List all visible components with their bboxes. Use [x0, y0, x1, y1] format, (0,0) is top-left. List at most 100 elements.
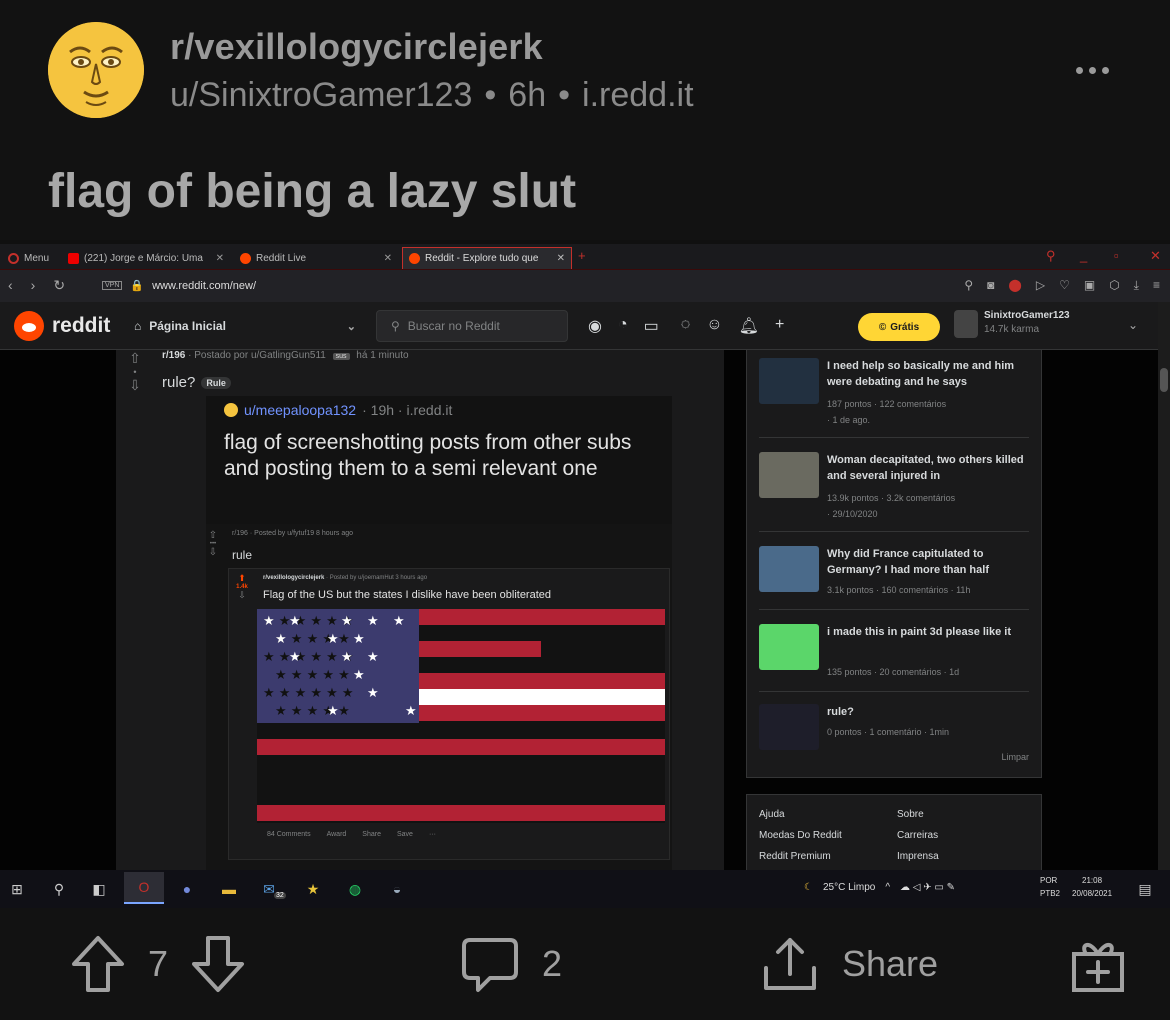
- camera-icon[interactable]: ◙: [987, 278, 994, 293]
- footer-link[interactable]: Imprensa: [897, 851, 939, 862]
- heart-icon[interactable]: ♡: [1059, 278, 1070, 293]
- award-button[interactable]: [1068, 934, 1128, 994]
- post-flair[interactable]: Rule: [201, 376, 231, 389]
- folder-icon[interactable]: ▬: [218, 878, 240, 900]
- author-link[interactable]: u/meepaloopa132: [244, 402, 356, 418]
- home-dropdown[interactable]: ⌂ Página Inicial ⌄: [134, 313, 356, 339]
- recent-post-item[interactable]: Why did France capitulated to Germany? I…: [759, 546, 1029, 610]
- live-icon[interactable]: ▭: [644, 316, 659, 336]
- share-button[interactable]: Share: [760, 934, 938, 994]
- downvote-icon[interactable]: [190, 934, 246, 994]
- opera-icon[interactable]: O: [124, 872, 164, 904]
- footer-link[interactable]: Carreiras: [897, 830, 938, 841]
- popular-icon[interactable]: ◉: [588, 316, 602, 336]
- recent-post-item[interactable]: rule? 0 pontos · 1 comentário · 1min: [759, 704, 1029, 750]
- author-link[interactable]: u/SinixtroGamer123: [170, 76, 472, 114]
- search-icon[interactable]: ⚲: [964, 278, 973, 293]
- app-icon[interactable]: ◧: [88, 878, 110, 900]
- vpn-badge[interactable]: VPN: [102, 281, 123, 290]
- search-input[interactable]: ⚲ Buscar no Reddit: [376, 310, 568, 342]
- coin-icon[interactable]: ◌: [681, 316, 691, 336]
- url-field[interactable]: VPN 🔒 www.reddit.com/new/: [102, 279, 256, 292]
- upvote-icon[interactable]: ⇧: [124, 350, 146, 367]
- award-button[interactable]: Award: [327, 831, 347, 838]
- back-icon[interactable]: ‹: [8, 277, 13, 294]
- close-icon[interactable]: ✕: [216, 253, 224, 264]
- windows-start-icon[interactable]: ⊞: [6, 878, 28, 900]
- comments-button[interactable]: 2: [460, 934, 562, 994]
- close-window-icon[interactable]: ✕: [1150, 248, 1161, 264]
- scrollbar-thumb[interactable]: [1160, 368, 1168, 392]
- extension-icon[interactable]: ▣: [1084, 278, 1095, 293]
- close-icon[interactable]: ✕: [557, 253, 565, 264]
- downvote-icon[interactable]: ⇩: [124, 377, 146, 394]
- reddit-logo-icon[interactable]: [14, 311, 44, 341]
- downvote-icon[interactable]: ⇩: [206, 547, 220, 558]
- star-icon[interactable]: ★: [302, 878, 324, 900]
- stats-icon[interactable]: ◔: [618, 316, 628, 336]
- chat-icon[interactable]: ☺: [706, 316, 722, 336]
- subreddit-link[interactable]: r/196: [162, 350, 185, 361]
- crosspost-level-1[interactable]: u/meepaloopa132 · 19h · i.redd.it flag o…: [206, 396, 672, 524]
- browser-tab-reddit-live[interactable]: Reddit Live ✕: [234, 247, 398, 269]
- more-options-button[interactable]: [1070, 52, 1114, 88]
- clear-button[interactable]: Limpar: [1001, 752, 1029, 762]
- upvote-icon[interactable]: ⇧: [206, 530, 220, 541]
- discord-icon[interactable]: ●: [176, 878, 198, 900]
- us-flag-image[interactable]: ★ ★ ★ ★ ★ ★ ★ ★ ★ ★ ★ ★ ★ ★ ★ ★ ★ ★ ★ ★ …: [257, 609, 665, 823]
- whatsapp-icon[interactable]: ◍: [344, 878, 366, 900]
- inner-post-title[interactable]: rule? Rule: [162, 374, 231, 391]
- steam-icon[interactable]: ◒: [386, 878, 408, 900]
- clock[interactable]: 21:08 20/08/2021: [1072, 874, 1112, 900]
- close-icon[interactable]: ✕: [384, 253, 392, 264]
- footer-link[interactable]: Ajuda: [759, 809, 785, 820]
- notification-icon[interactable]: ▤: [1134, 878, 1156, 900]
- comments-button[interactable]: 84 Comments: [267, 831, 311, 838]
- keyboard-layout[interactable]: POR PTB2: [1040, 874, 1060, 900]
- plus-icon[interactable]: +: [775, 316, 784, 336]
- free-coins-button[interactable]: © Grátis: [858, 313, 940, 341]
- cube-icon[interactable]: ⬡: [1109, 278, 1119, 293]
- scrollbar[interactable]: [1158, 302, 1170, 870]
- post-card[interactable]: ⇧ • ⇩ r/196 · Postado por u/GatlingGun51…: [116, 350, 724, 870]
- tray-icons[interactable]: ☁ ◁ ✈ ▭ ✎: [900, 882, 955, 893]
- menu-icon[interactable]: ≡: [1153, 278, 1160, 293]
- recent-post-item[interactable]: i made this in paint 3d please like it 1…: [759, 624, 1029, 692]
- browser-tab-youtube[interactable]: (221) Jorge e Márcio: Uma ✕: [62, 247, 230, 269]
- user-menu[interactable]: SinixtroGamer123 14.7k karma ⌄: [954, 308, 1144, 344]
- new-tab-icon[interactable]: +: [578, 248, 586, 263]
- subreddit-avatar[interactable]: [48, 22, 144, 118]
- downvote-icon[interactable]: ⇩: [235, 590, 249, 601]
- upvote-icon[interactable]: ⬆: [235, 573, 249, 584]
- tray-arrow-icon[interactable]: ^: [885, 882, 890, 893]
- share-button[interactable]: Share: [362, 831, 381, 838]
- reload-icon[interactable]: ↻: [53, 277, 65, 294]
- more-button[interactable]: ···: [429, 831, 436, 838]
- upvote-icon[interactable]: [70, 934, 126, 994]
- browser-menu-tab[interactable]: Menu: [2, 247, 55, 269]
- post-domain[interactable]: i.redd.it: [582, 76, 694, 114]
- maximize-icon[interactable]: ▫: [1114, 248, 1119, 263]
- footer-link[interactable]: Sobre: [897, 809, 924, 820]
- subreddit-name[interactable]: r/vexillologycirclejerk: [170, 26, 543, 68]
- post-image[interactable]: Menu (221) Jorge e Márcio: Uma ✕ Reddit …: [0, 244, 1170, 908]
- footer-link[interactable]: Reddit Premium: [759, 851, 831, 862]
- save-button[interactable]: Save: [397, 831, 413, 838]
- weather-text[interactable]: 25°C Limpo: [823, 882, 875, 893]
- crosspost-level-3[interactable]: ⬆ 1.4k ⇩ r/vexillologycirclejerk · Poste…: [228, 568, 670, 860]
- forward-icon[interactable]: ›: [31, 277, 36, 294]
- send-icon[interactable]: ▷: [1036, 278, 1045, 293]
- download-icon[interactable]: ⤓: [1134, 278, 1139, 293]
- minimize-icon[interactable]: _: [1080, 248, 1087, 263]
- shield-icon[interactable]: ⬤: [1008, 278, 1021, 293]
- bell-icon[interactable]: 🔔︎: [739, 316, 759, 336]
- recent-post-item[interactable]: Woman decapitated, two others killed and…: [759, 452, 1029, 532]
- crosspost-level-2[interactable]: ⇧ ••• ⇩ r/196 · Posted by u/fytuf19 8 ho…: [206, 524, 672, 870]
- recent-post-item[interactable]: I need help so basically me and him were…: [759, 358, 1029, 438]
- search-tabs-icon[interactable]: ⚲: [1046, 248, 1056, 264]
- footer-link[interactable]: Moedas Do Reddit: [759, 830, 842, 841]
- browser-tab-reddit[interactable]: Reddit - Explore tudo que ✕: [402, 247, 572, 269]
- subreddit-link[interactable]: r/vexillologycirclejerk: [263, 575, 324, 581]
- reddit-wordmark[interactable]: reddit: [52, 314, 110, 338]
- search-icon[interactable]: ⚲: [48, 878, 70, 900]
